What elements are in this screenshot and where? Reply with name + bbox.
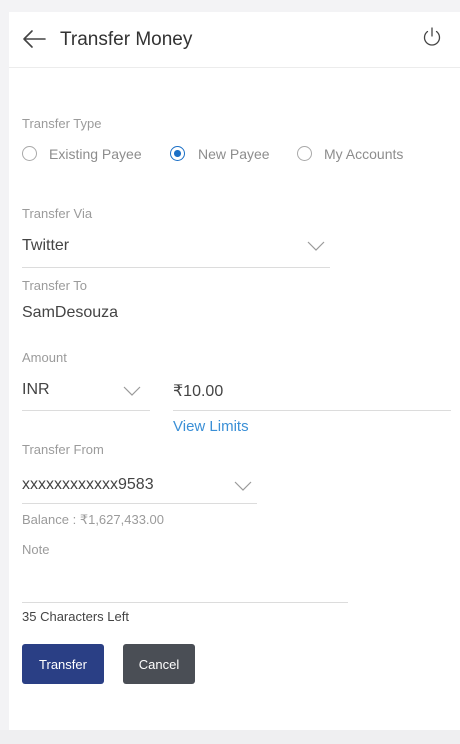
transfer-from-select[interactable]: xxxxxxxxxxxx9583 xyxy=(22,476,154,494)
currency-select[interactable]: INR xyxy=(22,381,50,399)
transfer-via-label: Transfer Via xyxy=(22,206,93,221)
transfer-form-card: Transfer Money Transfer Type Existing Pa… xyxy=(9,12,460,730)
radio-new-payee[interactable] xyxy=(170,146,185,161)
transfer-button[interactable]: Transfer xyxy=(22,644,104,684)
amount-label: Amount xyxy=(22,350,67,365)
note-label: Note xyxy=(22,542,50,557)
transfer-from-underline xyxy=(22,503,257,504)
footer-strip xyxy=(0,730,460,744)
amount-input[interactable]: ₹10.00 xyxy=(173,381,223,401)
currency-underline xyxy=(22,410,150,411)
radio-new-payee-label[interactable]: New Payee xyxy=(198,146,270,162)
chevron-down-icon[interactable] xyxy=(234,481,252,491)
note-input[interactable] xyxy=(22,574,348,600)
radio-existing-payee[interactable] xyxy=(22,146,37,161)
transfer-type-label: Transfer Type xyxy=(22,116,102,131)
transfer-via-underline xyxy=(22,267,330,268)
balance-text: Balance : ₹1,627,433.00 xyxy=(22,512,164,527)
transfer-to-input[interactable]: SamDesouza xyxy=(22,304,118,322)
transfer-to-label: Transfer To xyxy=(22,278,88,293)
page-title: Transfer Money xyxy=(60,29,193,50)
radio-my-accounts[interactable] xyxy=(297,146,312,161)
radio-existing-payee-label[interactable]: Existing Payee xyxy=(49,146,142,162)
transfer-from-label: Transfer From xyxy=(22,442,104,457)
radio-my-accounts-label[interactable]: My Accounts xyxy=(324,146,403,162)
cancel-button[interactable]: Cancel xyxy=(123,644,195,684)
transfer-via-select[interactable]: Twitter xyxy=(22,237,69,255)
amount-underline xyxy=(173,410,451,411)
arrow-left-icon[interactable] xyxy=(22,29,46,49)
chevron-down-icon[interactable] xyxy=(123,386,141,396)
characters-left-text: 35 Characters Left xyxy=(22,609,129,624)
page-header: Transfer Money xyxy=(9,12,460,68)
chevron-down-icon[interactable] xyxy=(307,241,325,251)
view-limits-link[interactable]: View Limits xyxy=(173,418,249,435)
power-icon[interactable] xyxy=(421,26,443,48)
note-underline xyxy=(22,602,348,603)
